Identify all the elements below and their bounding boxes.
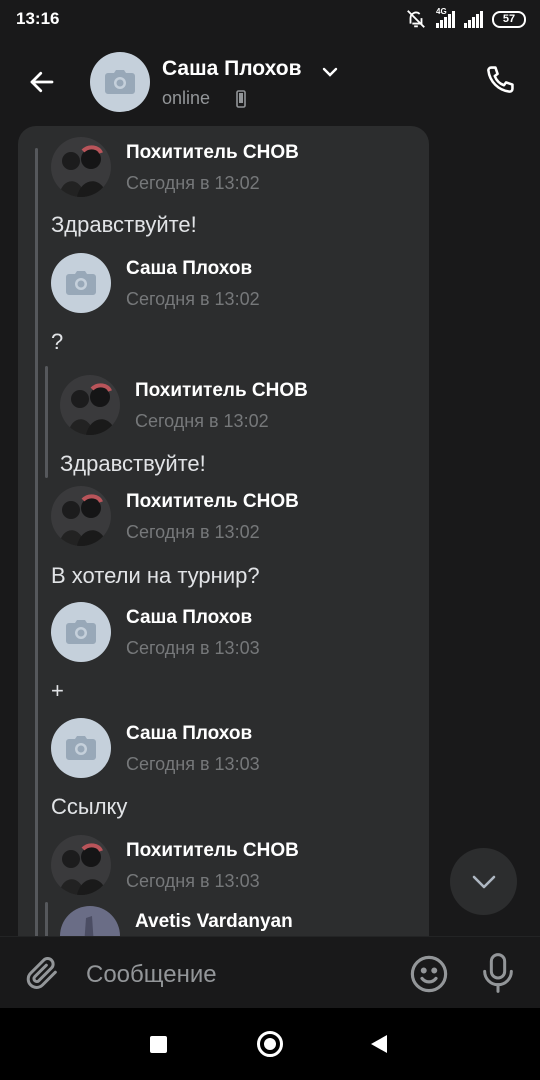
message-bubble[interactable]: Похититель СНОВ Сегодня в 13:02 Здравств…	[18, 126, 429, 956]
user-photo-icon	[51, 835, 111, 895]
emoji-button[interactable]	[408, 953, 450, 995]
bell-muted-icon	[407, 10, 425, 28]
triangle-back-icon	[371, 1035, 387, 1053]
message-date: Сегодня в 13:03	[126, 871, 260, 891]
message-date: Сегодня в 13:02	[126, 289, 260, 309]
user-avatar[interactable]	[60, 375, 120, 435]
message-author: Саша Плохов	[126, 258, 253, 279]
message-author: Саша Плохов	[126, 607, 253, 628]
message-text: Здравствуйте!	[51, 212, 197, 237]
message-date: Сегодня в 13:03	[126, 754, 260, 774]
message-composer	[0, 936, 540, 1008]
message-date: Сегодня в 13:02	[135, 411, 269, 431]
battery-level: 57	[502, 13, 516, 25]
back-arrow-icon	[30, 71, 54, 93]
scroll-down-button[interactable]	[450, 848, 517, 915]
message-date: Сегодня в 13:02	[126, 173, 260, 193]
user-photo-icon	[51, 486, 111, 546]
user-avatar[interactable]	[51, 602, 111, 662]
message-text: В хотели на турнир?	[51, 563, 260, 588]
circle-icon	[257, 1031, 283, 1057]
message-author: Саша Плохов	[126, 723, 253, 744]
message-text: +	[51, 678, 64, 703]
mobile-phone-icon	[236, 90, 246, 108]
square-icon	[149, 1035, 167, 1053]
message-text: Ссылку	[51, 794, 128, 819]
message-input[interactable]	[86, 955, 386, 995]
camera-icon	[66, 736, 96, 760]
emoji-icon	[410, 955, 448, 993]
chat-header: Саша Плохов online	[0, 40, 540, 126]
attach-button[interactable]	[22, 953, 62, 993]
user-avatar[interactable]	[51, 718, 111, 778]
forwarded-message-header: Похититель СНОВ Сегодня в 13:02	[51, 137, 411, 197]
message-author: Похититель СНОВ	[126, 142, 299, 163]
signal-4g-icon: 4G	[436, 7, 455, 28]
network-type: 4G	[436, 6, 447, 16]
status-bar: 13:16 4G 57	[0, 0, 540, 40]
status-time: 13:16	[16, 9, 60, 28]
system-navigation-bar	[0, 1008, 540, 1080]
back-nav-button[interactable]	[368, 1030, 390, 1058]
user-photo-icon	[60, 375, 120, 435]
paperclip-icon	[26, 957, 57, 989]
camera-icon	[66, 620, 96, 644]
signal-icon	[464, 10, 483, 28]
chevron-down-icon[interactable]	[322, 66, 338, 78]
nested-forward-line	[45, 366, 48, 478]
forwarded-message-header: Похититель СНОВ Сегодня в 13:03	[51, 835, 411, 895]
forward-line	[35, 148, 38, 956]
home-button[interactable]	[256, 1030, 284, 1058]
forwarded-message-header: Саша Плохов Сегодня в 13:03	[51, 718, 411, 778]
voice-message-button[interactable]	[478, 951, 518, 995]
user-avatar[interactable]	[51, 253, 111, 313]
chevron-down-icon	[472, 875, 495, 888]
forwarded-message-header: Саша Плохов Сегодня в 13:02	[51, 253, 411, 313]
contact-avatar[interactable]	[90, 52, 150, 112]
message-author: Похититель СНОВ	[126, 491, 299, 512]
forwarded-message-header: Похититель СНОВ Сегодня в 13:02	[51, 486, 411, 546]
message-author: Avetis Vardanyan	[135, 911, 293, 932]
camera-icon	[105, 70, 135, 94]
message-text: Здравствуйте!	[60, 451, 206, 476]
contact-name[interactable]: Саша Плохов	[162, 57, 301, 81]
message-author: Похититель СНОВ	[135, 380, 308, 401]
message-author: Похититель СНОВ	[126, 840, 299, 861]
camera-icon	[66, 271, 96, 295]
forwarded-message-header: Саша Плохов Сегодня в 13:03	[51, 602, 411, 662]
recents-button[interactable]	[146, 1030, 170, 1058]
user-photo-icon	[51, 137, 111, 197]
phone-icon	[487, 66, 514, 93]
battery-icon: 57	[492, 10, 526, 28]
message-date: Сегодня в 13:03	[126, 638, 260, 658]
microphone-icon	[483, 953, 513, 993]
status-icons: 4G 57	[405, 7, 526, 30]
call-button[interactable]	[478, 60, 520, 102]
contact-status: online	[162, 88, 211, 108]
back-button[interactable]	[22, 62, 62, 102]
user-avatar[interactable]	[51, 486, 111, 546]
message-text: ?	[51, 329, 64, 354]
message-date: Сегодня в 13:02	[126, 522, 260, 542]
user-avatar[interactable]	[51, 137, 111, 197]
forwarded-message-header: Похититель СНОВ Сегодня в 13:02	[60, 375, 410, 435]
user-avatar[interactable]	[51, 835, 111, 895]
